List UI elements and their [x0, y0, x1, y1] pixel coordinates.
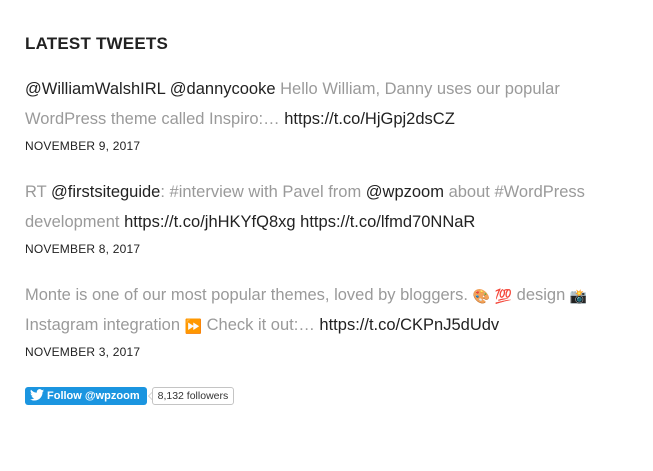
- emoji-icon: 💯: [494, 288, 513, 304]
- tweet-text-segment: RT: [25, 183, 51, 201]
- emoji-icon: 🎨: [472, 288, 491, 304]
- mention-link[interactable]: @dannycooke: [170, 80, 276, 98]
- tweet-url-link[interactable]: https://t.co/lfmd70NNaR: [300, 213, 475, 231]
- twitter-follow-widget: Follow @wpzoom 8,132 followers: [25, 387, 235, 405]
- bubble-arrow: [147, 392, 152, 400]
- tweet-text: @WilliamWalshIRL @dannycooke Hello Willi…: [25, 74, 635, 134]
- tweet-text-segment: Instagram integration: [25, 316, 185, 334]
- followers-count-bubble[interactable]: 8,132 followers: [147, 387, 235, 405]
- tweet-text-segment: : #interview with Pavel from: [160, 183, 366, 201]
- emoji-icon: ⏩: [184, 318, 203, 334]
- follow-button[interactable]: Follow @wpzoom: [25, 387, 147, 405]
- tweet-date[interactable]: NOVEMBER 8, 2017: [25, 242, 635, 256]
- mention-link[interactable]: @firstsiteguide: [51, 183, 160, 201]
- emoji-icon: 📸: [569, 288, 588, 304]
- tweet-text: Monte is one of our most popular themes,…: [25, 280, 635, 340]
- mention-link[interactable]: @wpzoom: [366, 183, 444, 201]
- tweet-item: @WilliamWalshIRL @dannycooke Hello Willi…: [25, 74, 635, 153]
- tweet-text: RT @firstsiteguide: #interview with Pave…: [25, 177, 635, 237]
- tweet-item: RT @firstsiteguide: #interview with Pave…: [25, 177, 635, 256]
- twitter-bird-icon: [30, 388, 44, 404]
- tweet-url-link[interactable]: https://t.co/CKPnJ5dUdv: [319, 316, 499, 334]
- tweet-item: Monte is one of our most popular themes,…: [25, 280, 635, 359]
- tweet-url-link[interactable]: https://t.co/HjGpj2dsCZ: [284, 110, 455, 128]
- tweet-date[interactable]: NOVEMBER 3, 2017: [25, 345, 635, 359]
- followers-count: 8,132 followers: [151, 387, 235, 405]
- tweet-text-segment: design: [512, 286, 570, 304]
- tweet-url-link[interactable]: https://t.co/jhHKYfQ8xg: [124, 213, 296, 231]
- tweet-text-segment: Check it out:…: [202, 316, 320, 334]
- mention-link[interactable]: @WilliamWalshIRL: [25, 80, 165, 98]
- follow-button-label: Follow @wpzoom: [47, 390, 140, 402]
- widget-title: LATEST TWEETS: [25, 34, 168, 53]
- tweet-text-segment: Monte is one of our most popular themes,…: [25, 286, 473, 304]
- tweet-date[interactable]: NOVEMBER 9, 2017: [25, 139, 635, 153]
